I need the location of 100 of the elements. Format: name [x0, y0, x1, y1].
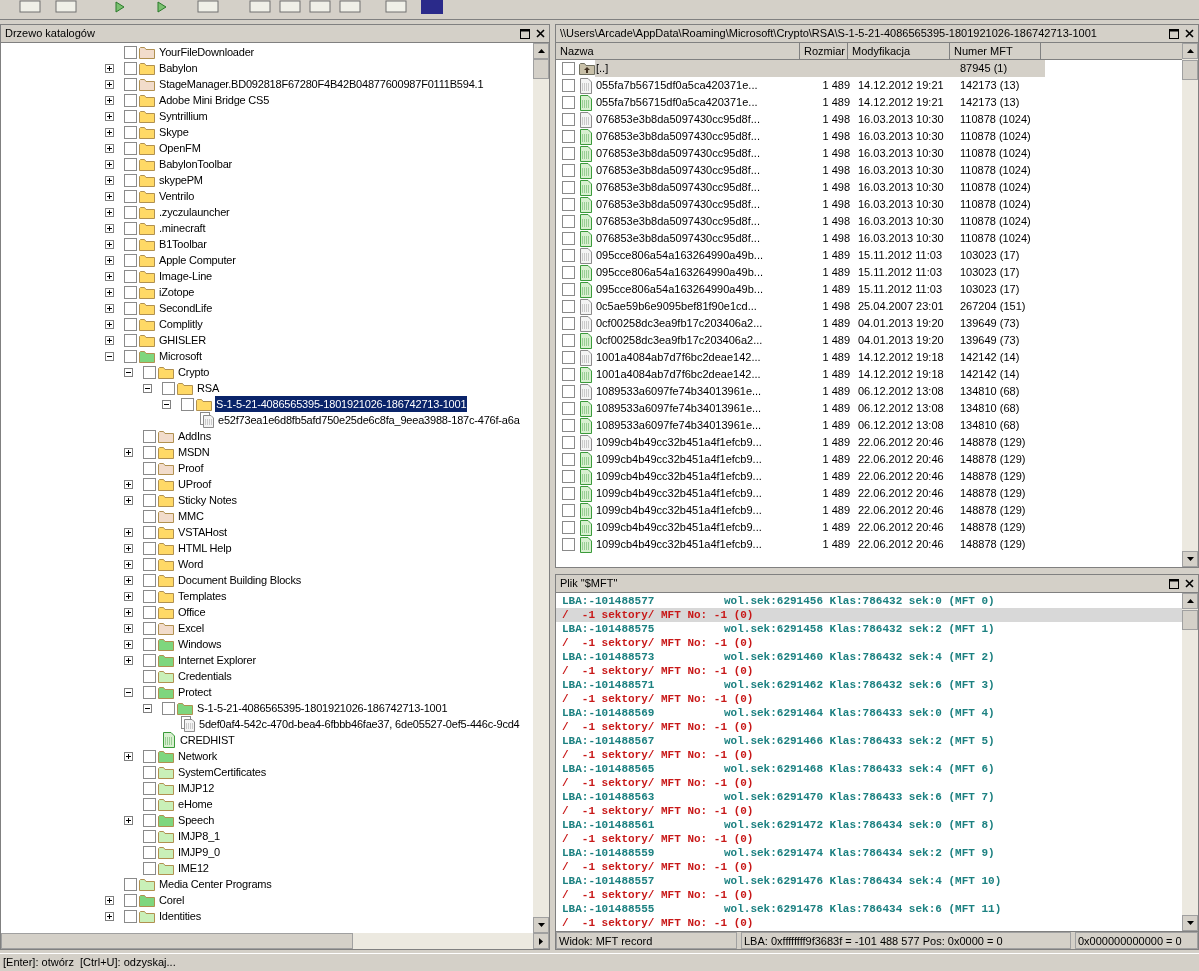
- tree-item[interactable]: Ventrilo: [158, 188, 196, 204]
- tree-item[interactable]: IMJP9_0: [177, 844, 221, 860]
- expand-icon[interactable]: [105, 911, 114, 921]
- checkbox[interactable]: [124, 173, 137, 187]
- checkbox[interactable]: [562, 300, 575, 313]
- close-icon[interactable]: [1185, 29, 1194, 38]
- file-name[interactable]: 0cf00258dc3ea9fb17c203406a2...: [595, 332, 802, 349]
- tree-item[interactable]: Adobe Mini Bridge CS5: [158, 92, 271, 108]
- checkbox[interactable]: [562, 215, 575, 228]
- file-name[interactable]: 076853e3b8da5097430cc95d8f...: [595, 128, 802, 145]
- expand-icon[interactable]: [124, 559, 133, 569]
- file-name[interactable]: 0c5ae59b6e9095bef81f90e1cd...: [595, 298, 802, 315]
- checkbox[interactable]: [562, 538, 575, 551]
- file-name[interactable]: 1089533a6097fe74b34013961e...: [595, 400, 802, 417]
- tree-item[interactable]: Babylon: [158, 60, 199, 76]
- expand-icon[interactable]: [124, 543, 133, 553]
- expand-icon[interactable]: [124, 815, 133, 825]
- maximize-icon[interactable]: [1169, 28, 1179, 39]
- tree-item[interactable]: skypePM: [158, 172, 204, 188]
- expand-icon[interactable]: [105, 239, 114, 249]
- horizontal-scrollbar[interactable]: [1, 933, 549, 949]
- expand-icon[interactable]: [124, 607, 133, 617]
- expand-icon[interactable]: [124, 479, 133, 489]
- file-name[interactable]: [..]: [595, 60, 802, 77]
- checkbox[interactable]: [143, 557, 156, 571]
- checkbox[interactable]: [124, 77, 137, 91]
- checkbox[interactable]: [562, 113, 575, 126]
- tree-item[interactable]: S-1-5-21-4086565395-1801921026-186742713-1001: [196, 700, 449, 716]
- checkbox[interactable]: [143, 573, 156, 587]
- checkbox[interactable]: [562, 368, 575, 381]
- file-name[interactable]: 076853e3b8da5097430cc95d8f...: [595, 145, 802, 162]
- file-name[interactable]: 076853e3b8da5097430cc95d8f...: [595, 213, 802, 230]
- checkbox[interactable]: [124, 285, 137, 299]
- file-name[interactable]: 1089533a6097fe74b34013961e...: [595, 417, 802, 434]
- checkbox[interactable]: [143, 813, 156, 827]
- expand-icon[interactable]: [105, 287, 114, 297]
- checkbox[interactable]: [143, 637, 156, 651]
- checkbox[interactable]: [143, 765, 156, 779]
- tree-item[interactable]: Office: [177, 604, 207, 620]
- expand-icon[interactable]: [124, 751, 133, 761]
- file-name[interactable]: 1089533a6097fe74b34013961e...: [595, 383, 802, 400]
- file-name[interactable]: 1099cb4b49cc32b451a4f1efcb9...: [595, 485, 802, 502]
- file-name[interactable]: 076853e3b8da5097430cc95d8f...: [595, 230, 802, 247]
- checkbox[interactable]: [143, 829, 156, 843]
- checkbox[interactable]: [143, 541, 156, 555]
- expand-icon[interactable]: [105, 63, 114, 73]
- checkbox[interactable]: [124, 893, 137, 907]
- checkbox[interactable]: [143, 605, 156, 619]
- collapse-icon[interactable]: [162, 399, 171, 409]
- checkbox[interactable]: [562, 249, 575, 262]
- tree-item[interactable]: UProof: [177, 476, 213, 492]
- checkbox[interactable]: [143, 477, 156, 491]
- checkbox[interactable]: [124, 317, 137, 331]
- scroll-thumb[interactable]: [1182, 60, 1198, 80]
- checkbox[interactable]: [124, 253, 137, 267]
- tree-item[interactable]: Identities: [158, 908, 203, 924]
- tree-item[interactable]: OpenFM: [158, 140, 202, 156]
- file-name[interactable]: 095cce806a54a163264990a49b...: [595, 264, 802, 281]
- tree-item[interactable]: 5def0af4-542c-470d-bea4-6fbbb46fae37, 6de05527-0ef5-446c-9cd4: [198, 716, 521, 732]
- tree-item[interactable]: .zyczulauncher: [158, 204, 231, 220]
- tree-item[interactable]: Corel: [158, 892, 186, 908]
- expand-icon[interactable]: [105, 303, 114, 313]
- checkbox[interactable]: [162, 701, 175, 715]
- close-icon[interactable]: [1185, 579, 1194, 588]
- tree-item[interactable]: Skype: [158, 124, 190, 140]
- scroll-down-icon[interactable]: [1182, 551, 1198, 567]
- checkbox[interactable]: [124, 189, 137, 203]
- tree-item[interactable]: HTML Help: [177, 540, 233, 556]
- checkbox[interactable]: [143, 365, 156, 379]
- expand-icon[interactable]: [124, 655, 133, 665]
- file-name[interactable]: 1001a4084ab7d7f6bc2deae142...: [595, 366, 802, 383]
- tree-item[interactable]: StageManager.BD092818F67280F4B42B04877600987F0111B594.1: [158, 76, 485, 92]
- tree-item[interactable]: Proof: [177, 460, 205, 476]
- checkbox[interactable]: [562, 164, 575, 177]
- checkbox[interactable]: [124, 221, 137, 235]
- file-name[interactable]: 055fa7b56715df0a5ca420371e...: [595, 77, 802, 94]
- expand-icon[interactable]: [124, 623, 133, 633]
- checkbox[interactable]: [143, 509, 156, 523]
- file-name[interactable]: 076853e3b8da5097430cc95d8f...: [595, 196, 802, 213]
- checkbox[interactable]: [562, 317, 575, 330]
- tree-item[interactable]: SystemCertificates: [177, 764, 268, 780]
- checkbox[interactable]: [143, 461, 156, 475]
- checkbox[interactable]: [562, 487, 575, 500]
- file-name[interactable]: 076853e3b8da5097430cc95d8f...: [595, 162, 802, 179]
- checkbox[interactable]: [562, 521, 575, 534]
- collapse-icon[interactable]: [124, 687, 133, 697]
- expand-icon[interactable]: [124, 495, 133, 505]
- file-name[interactable]: 1001a4084ab7d7f6bc2deae142...: [595, 349, 802, 366]
- expand-icon[interactable]: [124, 591, 133, 601]
- expand-icon[interactable]: [105, 895, 114, 905]
- tree-item[interactable]: iZotope: [158, 284, 196, 300]
- checkbox[interactable]: [143, 589, 156, 603]
- checkbox[interactable]: [143, 845, 156, 859]
- scroll-thumb[interactable]: [1, 933, 353, 949]
- expand-icon[interactable]: [105, 271, 114, 281]
- file-name[interactable]: 055fa7b56715df0a5ca420371e...: [595, 94, 802, 111]
- tree-item[interactable]: Complitly: [158, 316, 204, 332]
- expand-icon[interactable]: [105, 223, 114, 233]
- tree-item[interactable]: Image-Line: [158, 268, 214, 284]
- checkbox[interactable]: [562, 266, 575, 279]
